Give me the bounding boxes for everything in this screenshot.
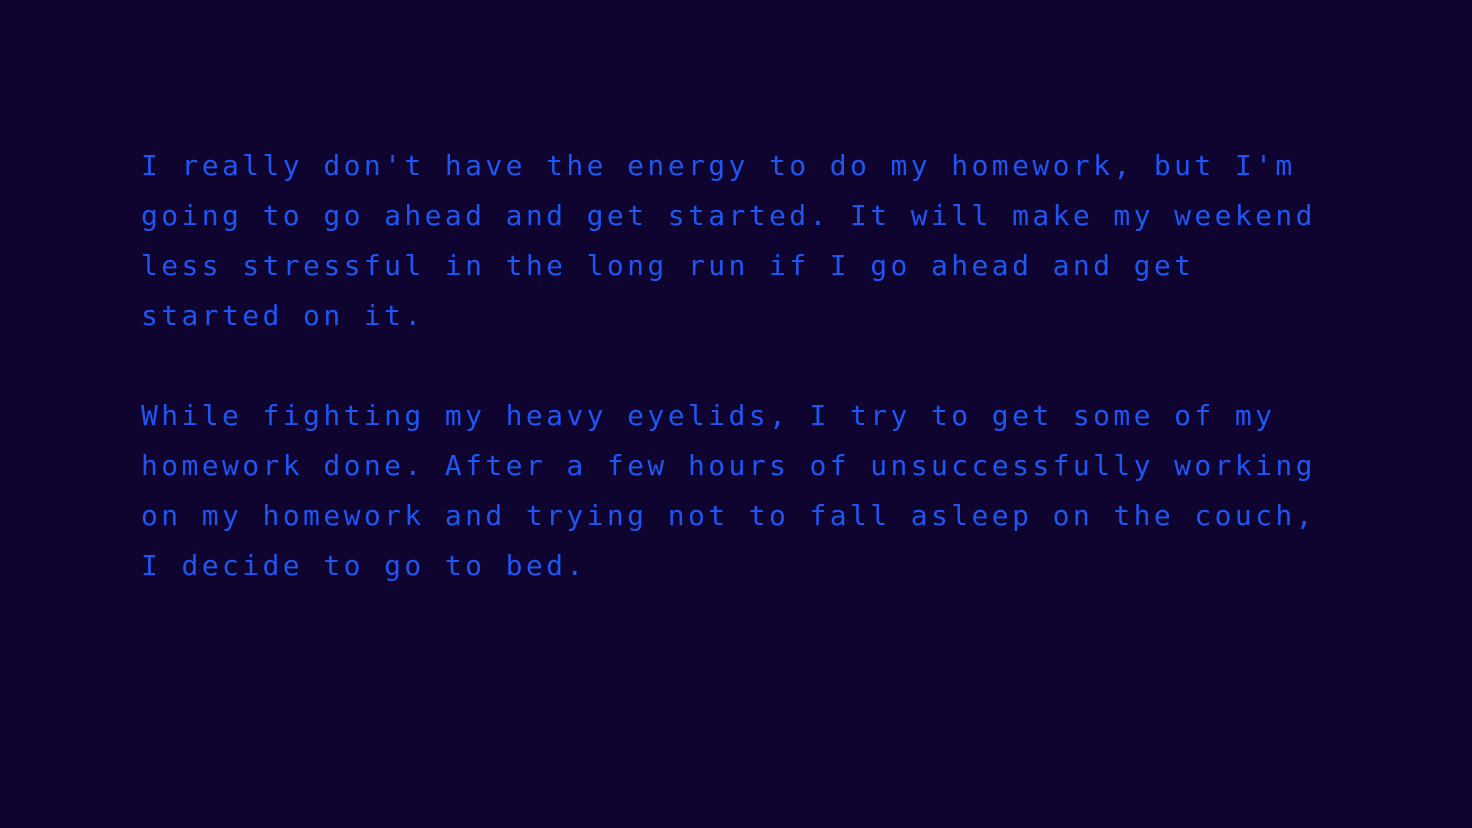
story-line: While fighting my heavy eyelids, I try t… [141,399,1276,432]
story-line: homework done. After a few hours of unsu… [141,449,1316,482]
story-paragraph-1: I really don't have the energy to do my … [141,141,1341,341]
story-line: less stressful in the long run if I go a… [141,249,1195,282]
story-text[interactable]: I really don't have the energy to do my … [141,141,1341,591]
story-line: I really don't have the energy to do my … [141,149,1296,182]
story-paragraph-2: While fighting my heavy eyelids, I try t… [141,391,1341,591]
story-line: I decide to go to bed. [141,549,587,582]
story-line: on my homework and trying not to fall as… [141,499,1316,532]
story-line: started on it. [141,299,425,332]
story-line: going to go ahead and get started. It wi… [141,199,1316,232]
